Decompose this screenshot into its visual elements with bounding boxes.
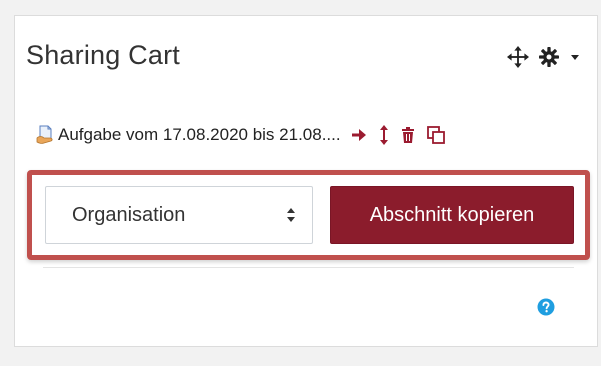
section-select[interactable]: Organisation [45, 186, 313, 244]
select-arrows-icon [286, 207, 296, 223]
assignment-icon [36, 124, 54, 146]
move-icon[interactable] [507, 46, 529, 68]
question-circle-icon[interactable] [537, 298, 555, 316]
block-header-controls [507, 46, 581, 68]
cart-item: Aufgabe vom 17.08.2020 bis 21.08.... [36, 121, 576, 149]
copy-section-button[interactable]: Abschnitt kopieren [330, 186, 574, 244]
block-title: Sharing Cart [26, 40, 180, 70]
section-select-value: Organisation [72, 203, 186, 226]
page: Sharing Cart Aufgabe vom 17.08.2020 bis … [0, 0, 601, 366]
move-vertical-icon[interactable] [379, 125, 389, 145]
gear-icon[interactable] [539, 47, 559, 67]
cart-item-label[interactable]: Aufgabe vom 17.08.2020 bis 21.08.... [58, 125, 341, 145]
cart-item-actions [351, 125, 445, 145]
divider [43, 267, 574, 268]
arrow-right-icon[interactable] [351, 127, 367, 143]
copy-icon[interactable] [426, 126, 445, 144]
trash-icon[interactable] [401, 127, 415, 143]
caret-down-icon[interactable] [569, 51, 581, 63]
